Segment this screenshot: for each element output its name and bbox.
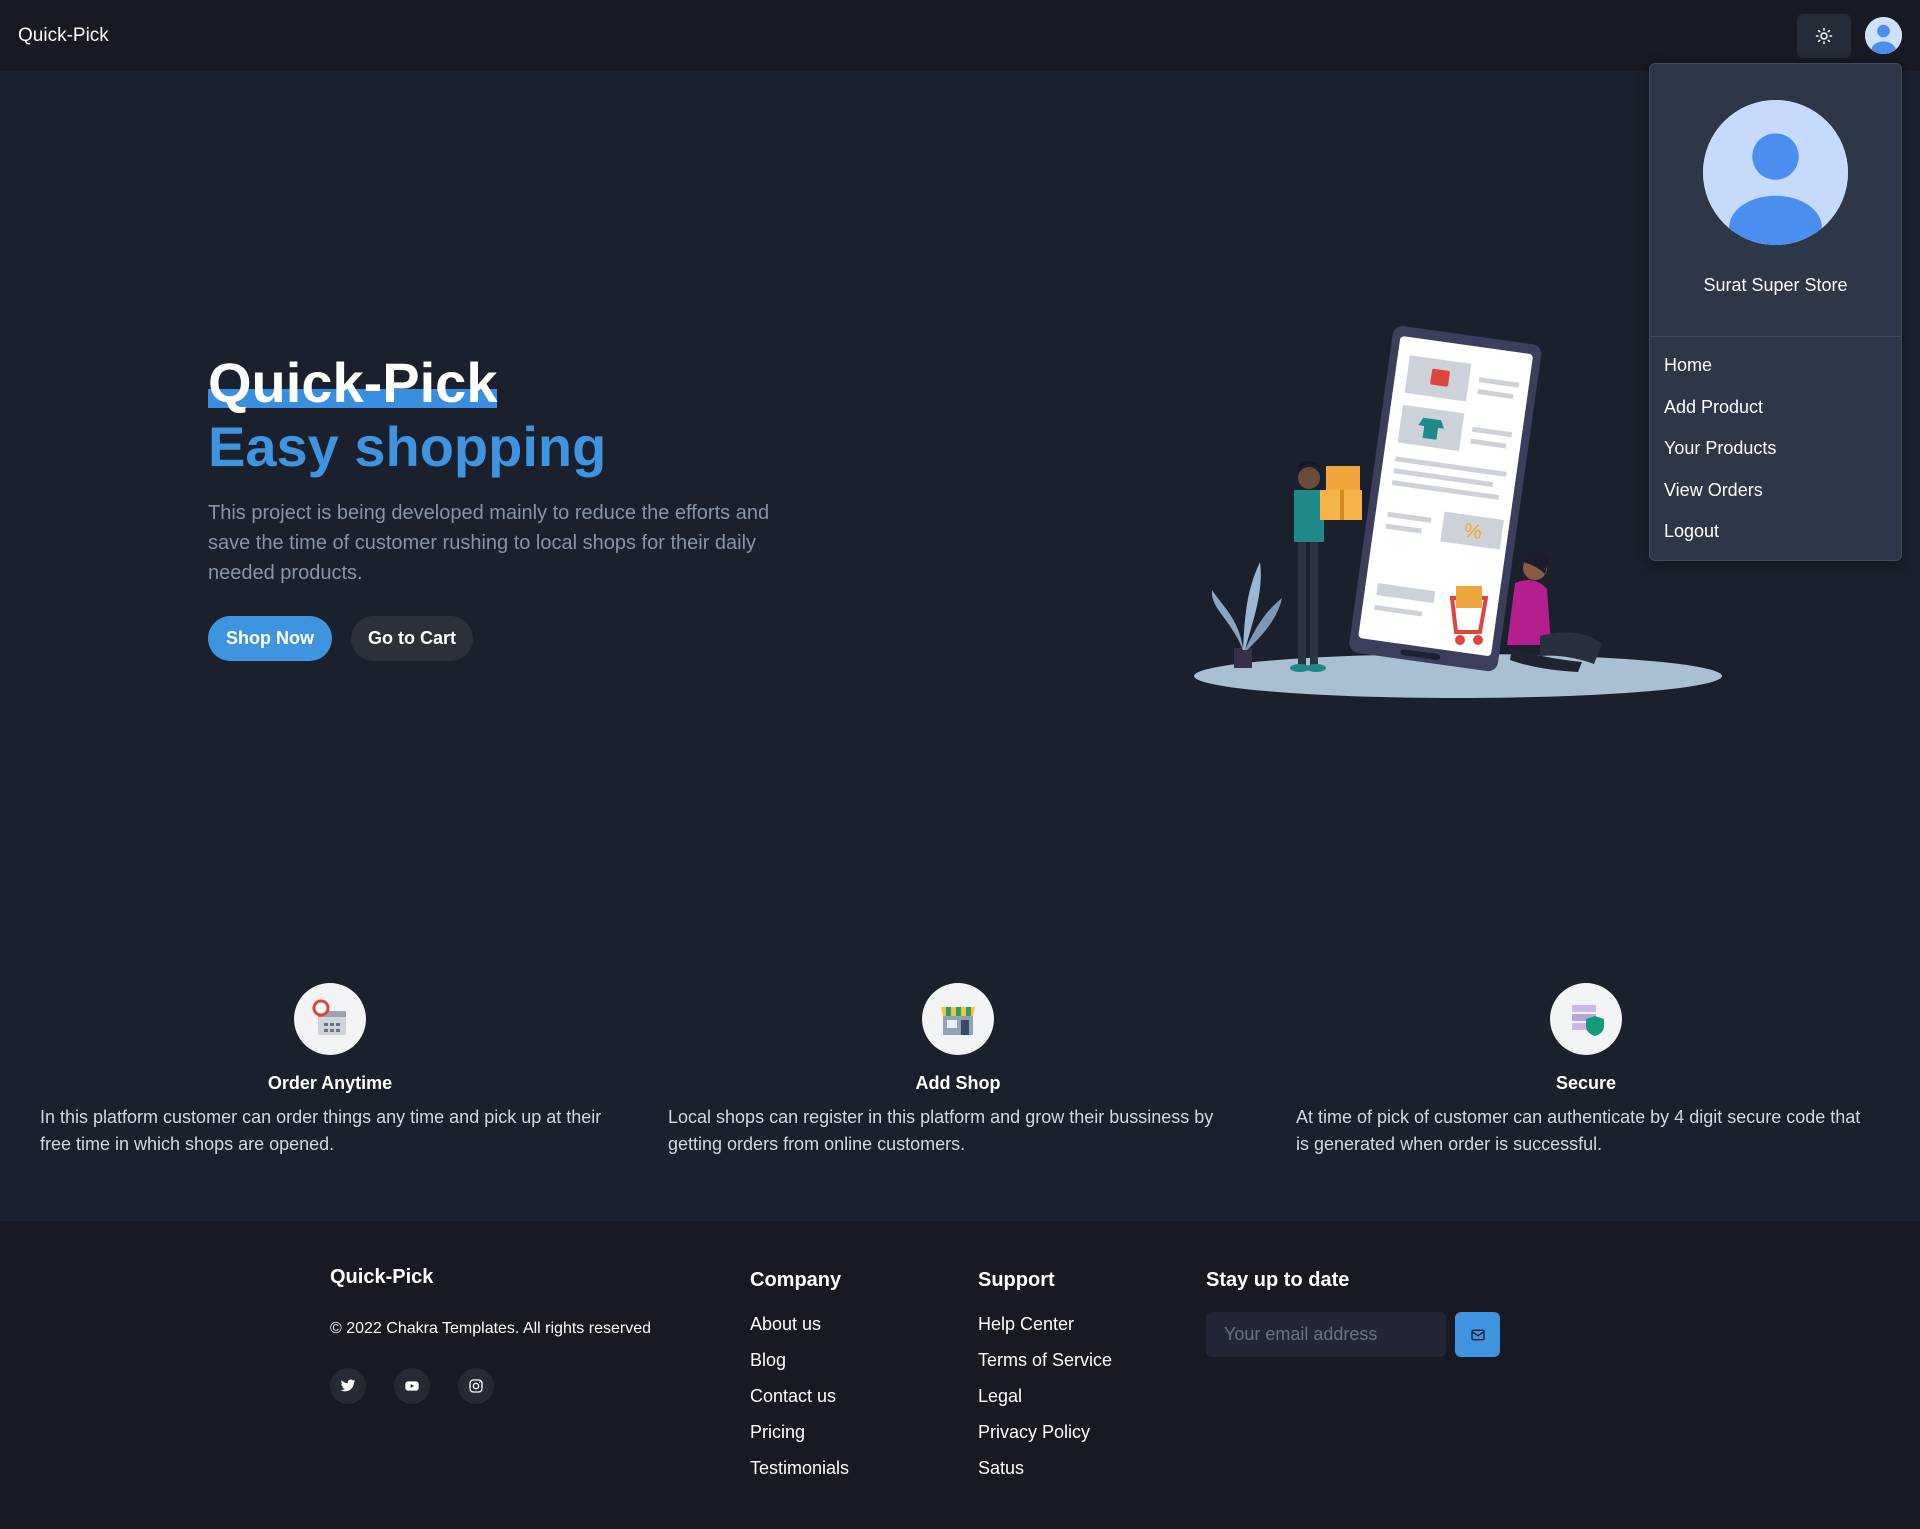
feature-icon-wrapper (922, 983, 994, 1055)
footer-link-contact-us[interactable]: Contact us (750, 1378, 849, 1414)
youtube-icon (405, 1381, 419, 1391)
theme-toggle-button[interactable] (1797, 13, 1851, 58)
footer: Quick-Pick © 2022 Chakra Templates. All … (0, 1221, 1920, 1529)
feature-icon-wrapper (294, 983, 366, 1055)
shopping-illustration: % (1194, 326, 1722, 698)
footer-link-privacy[interactable]: Privacy Policy (978, 1414, 1112, 1450)
footer-link-testimonials[interactable]: Testimonials (750, 1450, 849, 1486)
feature-title: Secure (1555, 1073, 1617, 1093)
shop-now-button[interactable]: Shop Now (208, 616, 332, 661)
menu-item-home[interactable]: Home (1650, 345, 1901, 387)
footer-link-about-us[interactable]: About us (750, 1306, 849, 1342)
store-name: Surat Super Store (1703, 275, 1848, 295)
feature-title: Add Shop (915, 1073, 1001, 1093)
feature-description: Local shops can register in this platfor… (668, 1107, 1214, 1154)
user-avatar-button[interactable] (1865, 17, 1902, 54)
feature-order-anytime: Order Anytime In this platform customer … (40, 983, 620, 1158)
sun-icon (1815, 27, 1833, 44)
feature-description: In this platform customer can order thin… (40, 1107, 602, 1154)
instagram-button[interactable] (458, 1368, 494, 1404)
newsletter-form (1206, 1312, 1500, 1357)
footer-link-status[interactable]: Satus (978, 1450, 1112, 1486)
menu-item-your-products[interactable]: Your Products (1650, 428, 1901, 470)
hero-buttons: Shop Now Go to Cart (208, 616, 828, 661)
menu-avatar (1703, 100, 1848, 245)
subscribe-button[interactable] (1455, 1312, 1500, 1357)
shop-icon (941, 1007, 975, 1035)
hero-title: Quick-Pick (208, 351, 498, 414)
footer-link-pricing[interactable]: Pricing (750, 1414, 849, 1450)
navbar: Quick-Pick (0, 0, 1920, 71)
footer-brand: Quick-Pick (330, 1266, 434, 1288)
user-dropdown-menu: Surat Super Store Home Add Product Your … (1649, 63, 1902, 561)
user-avatar-icon (1865, 17, 1902, 54)
menu-item-view-orders[interactable]: View Orders (1650, 470, 1901, 512)
feature-title: Order Anytime (267, 1073, 393, 1093)
footer-link-terms[interactable]: Terms of Service (978, 1342, 1112, 1378)
navbar-actions (1797, 13, 1902, 58)
email-input[interactable] (1206, 1312, 1446, 1357)
menu-item-add-product[interactable]: Add Product (1650, 387, 1901, 429)
menu-header: Surat Super Store (1650, 64, 1901, 336)
instagram-icon (469, 1379, 483, 1393)
footer-link-legal[interactable]: Legal (978, 1378, 1112, 1414)
footer-copyright: © 2022 Chakra Templates. All rights rese… (330, 1320, 651, 1337)
footer-socials (330, 1368, 494, 1404)
feature-add-shop: Add Shop Local shops can register in thi… (668, 983, 1248, 1158)
menu-item-logout[interactable]: Logout (1650, 511, 1901, 553)
svg-text:%: % (1463, 520, 1484, 544)
footer-newsletter: Stay up to date (1206, 1269, 1500, 1357)
feature-description: At time of pick of customer can authenti… (1296, 1107, 1861, 1154)
menu-divider (1650, 336, 1901, 337)
twitter-button[interactable] (330, 1368, 366, 1404)
send-mail-icon (1470, 1329, 1485, 1340)
footer-company-column: Company About us Blog Contact us Pricing… (750, 1269, 849, 1486)
feature-secure: Secure At time of pick of customer can a… (1296, 983, 1876, 1158)
brand-logo[interactable]: Quick-Pick (18, 25, 109, 47)
user-avatar-icon (1703, 100, 1848, 245)
footer-link-blog[interactable]: Blog (750, 1342, 849, 1378)
youtube-button[interactable] (394, 1368, 430, 1404)
footer-support-title: Support (978, 1269, 1055, 1291)
feature-icon-wrapper (1550, 983, 1622, 1055)
secure-server-icon (1572, 1005, 1604, 1036)
footer-support-column: Support Help Center Terms of Service Leg… (978, 1269, 1112, 1486)
hero-description: This project is being developed mainly t… (208, 502, 770, 584)
twitter-icon (340, 1379, 356, 1392)
footer-link-help-center[interactable]: Help Center (978, 1306, 1112, 1342)
hero-subtitle: Easy shopping (208, 415, 607, 478)
footer-company-title: Company (750, 1269, 842, 1291)
hero-section: Quick-Pick Easy shopping This project is… (208, 352, 828, 661)
calendar-clock-icon (312, 999, 346, 1035)
go-to-cart-button[interactable]: Go to Cart (351, 616, 473, 661)
newsletter-title: Stay up to date (1206, 1269, 1350, 1291)
